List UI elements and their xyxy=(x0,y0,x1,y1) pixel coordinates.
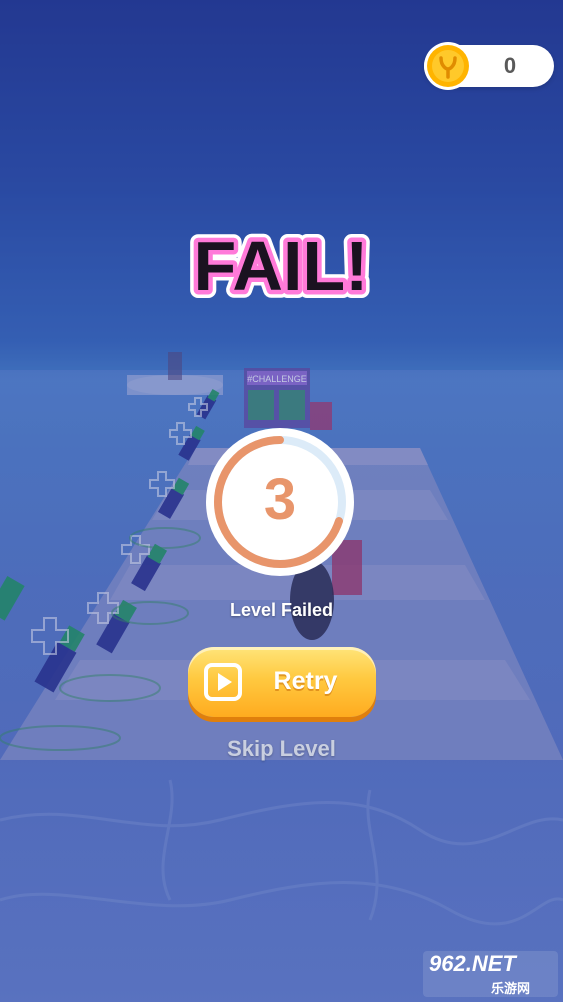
watermark-top: 962.NET xyxy=(429,951,516,976)
watermark-bottom: 乐游网 xyxy=(491,982,531,997)
countdown-number: 3 xyxy=(263,467,297,532)
coin-icon xyxy=(424,42,472,90)
retry-label: Retry xyxy=(273,667,338,695)
play-video-icon xyxy=(204,663,242,701)
watermark-logo: 962.NET 乐游网 xyxy=(423,951,558,997)
retry-button[interactable]: Retry xyxy=(188,647,376,717)
coin-count: 0 xyxy=(503,53,517,78)
fail-title-text: FAIL! xyxy=(194,227,369,305)
skip-level-button[interactable]: Skip Level xyxy=(0,736,563,762)
level-failed-label: Level Failed xyxy=(229,600,334,620)
fail-title: FAIL! FAIL! FAIL! xyxy=(186,219,377,313)
